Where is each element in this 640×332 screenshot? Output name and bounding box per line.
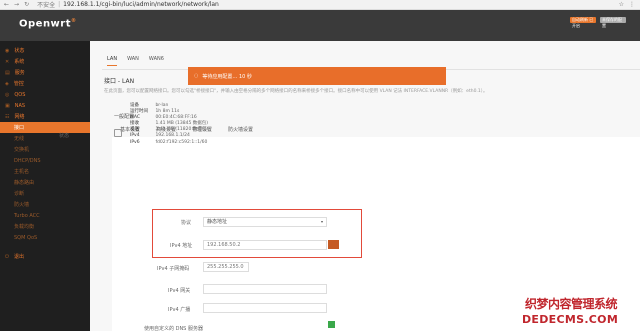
- brand-logo[interactable]: Openwrt®: [19, 18, 77, 29]
- apply-config-toast: ◌ 等待应用配置… 10 秒: [188, 67, 446, 85]
- sidebar-item[interactable]: Turbo ACC: [0, 210, 90, 221]
- sidebar: ◉ 状态 ✕ 系统 ▤ 服务 ◈ 管控 ◎ QOS ▣ NAS ☷ 网络 接口 无线 交换机 DHCP/DNS 主机…: [0, 41, 90, 331]
- sidebar-item[interactable]: 静态路由: [0, 177, 90, 188]
- sidebar-item[interactable]: 接口: [0, 122, 90, 133]
- sidebar-icon: ◉: [5, 47, 10, 54]
- sidebar-item-label: QOS: [14, 91, 26, 98]
- reload-icon[interactable]: ↻: [24, 1, 29, 8]
- watermark-text: 织梦内容管理系统: [525, 297, 618, 311]
- insecure-label: 不安全: [37, 2, 56, 9]
- highlight-box: [152, 209, 362, 258]
- sidebar-item[interactable]: 防火墙: [0, 199, 90, 210]
- sidebar-item-label: 网络: [14, 114, 25, 120]
- sidebar-item-label: 接口: [14, 125, 25, 131]
- sidebar-item-label: DHCP/DNS: [14, 157, 41, 164]
- sidebar-item-label: 交换机: [14, 147, 30, 153]
- tab-wan6[interactable]: WAN6: [149, 56, 164, 66]
- menu-icon[interactable]: ⋮: [629, 1, 635, 8]
- custom-dns-checkbox[interactable]: [328, 321, 335, 328]
- sidebar-item[interactable]: 诊断: [0, 188, 90, 199]
- gateway-label: IPv4 网关: [168, 288, 191, 294]
- tab-lan[interactable]: LAN: [107, 56, 118, 66]
- interface-tabs: LAN WAN WAN6: [107, 56, 164, 66]
- tab-wan[interactable]: WAN: [127, 56, 139, 66]
- browser-nav: ← → ↻: [0, 1, 29, 8]
- sidebar-item[interactable]: ◈ 管控: [0, 78, 90, 89]
- sidebar-item-label: 负载均衡: [14, 224, 35, 230]
- netmask-label: IPv4 子网掩码: [157, 266, 190, 272]
- sidebar-item-label: SQM QoS: [14, 234, 38, 241]
- sidebar-item-label: 主机名: [14, 169, 30, 175]
- sidebar-item[interactable]: ▤ 服务: [0, 67, 90, 78]
- sidebar-item-label: 系统: [14, 59, 25, 65]
- sidebar-icon: ☷: [5, 113, 10, 120]
- address-bar[interactable]: 192.168.1.1/cgi-bin/luci/admin/network/n…: [63, 1, 219, 8]
- sidebar-item-label: 诊断: [14, 191, 25, 197]
- sidebar-item[interactable]: 交换机: [0, 144, 90, 155]
- sidebar-icon: ✕: [5, 58, 10, 65]
- page-title: 接口 - LAN: [104, 78, 135, 85]
- sidebar-item-label: 静态路由: [14, 180, 35, 186]
- back-icon[interactable]: ←: [4, 1, 9, 8]
- sidebar-item-label: 防火墙: [14, 202, 30, 208]
- sidebar-item[interactable]: ▣ NAS: [0, 100, 90, 111]
- tab-firewall-settings[interactable]: 防火墙设置: [228, 126, 253, 133]
- gateway-input[interactable]: [203, 284, 327, 294]
- sidebar-item[interactable]: 无线: [0, 133, 90, 144]
- star-icon[interactable]: ☆: [619, 1, 624, 8]
- sidebar-item-label: 无线: [14, 136, 25, 142]
- auto-refresh-badge[interactable]: 自动刷新 已开启: [570, 17, 596, 28]
- toast-text: 等待应用配置… 10 秒: [202, 73, 252, 80]
- spinner-icon: ◌: [194, 73, 199, 79]
- sidebar-item-label: 退出: [13, 254, 24, 260]
- sidebar-item[interactable]: DHCP/DNS: [0, 155, 90, 166]
- sidebar-item-label: 管控: [13, 81, 24, 87]
- brand-mark: ®: [71, 18, 77, 24]
- broadcast-input[interactable]: [203, 303, 327, 313]
- sidebar-item[interactable]: SQM QoS: [0, 232, 90, 243]
- broadcast-label: IPv4 广播: [168, 307, 191, 313]
- sidebar-item[interactable]: ⏻ 退出: [0, 251, 90, 262]
- netmask-select[interactable]: 255.255.255.0: [203, 262, 249, 272]
- sidebar-item[interactable]: ◎ QOS: [0, 89, 90, 100]
- sidebar-item[interactable]: 负载均衡: [0, 221, 90, 232]
- page-description: 在此页面，您可以配置网络接口。您可以勾选"桥接接口"，并输入由空格分隔的多个网络…: [104, 89, 488, 94]
- sidebar-item-label: Turbo ACC: [14, 212, 40, 219]
- top-header: Openwrt® 自动刷新 已开启 未保存的配置: [0, 10, 640, 41]
- network-port-icon: [114, 129, 122, 137]
- url-separator: |: [58, 1, 61, 8]
- sidebar-item[interactable]: ✕ 系统: [0, 56, 90, 67]
- sidebar-icon: ▣: [5, 102, 10, 109]
- sidebar-item-label: 状态: [14, 48, 25, 54]
- status-label: 状态: [59, 133, 70, 139]
- sidebar-icon: ◎: [5, 91, 10, 98]
- unsaved-changes-badge[interactable]: 未保存的配置: [600, 17, 626, 28]
- browser-bar: ← → ↻ 不安全 | 192.168.1.1/cgi-bin/luci/adm…: [0, 0, 640, 10]
- sidebar-item-label: 服务: [14, 70, 25, 76]
- sidebar-icon: ◈: [5, 80, 9, 87]
- sidebar-item[interactable]: ◉ 状态: [0, 45, 90, 56]
- status-info: 设备 br-lan 运行时间 1h 8m 11s MAC 00:E0:4C:68…: [130, 103, 208, 146]
- sidebar-item[interactable]: 主机名: [0, 166, 90, 177]
- forward-icon[interactable]: →: [14, 1, 19, 8]
- sidebar-icon: ⏻: [5, 253, 9, 260]
- sidebar-item[interactable]: ☷ 网络: [0, 111, 90, 122]
- sidebar-icon: ▤: [5, 69, 10, 76]
- sidebar-item-label: NAS: [14, 102, 26, 109]
- status-row: IPv6 fd02:f192:c592:1::1/60: [130, 139, 208, 145]
- watermark-url: DEDECMS.COM: [522, 313, 619, 326]
